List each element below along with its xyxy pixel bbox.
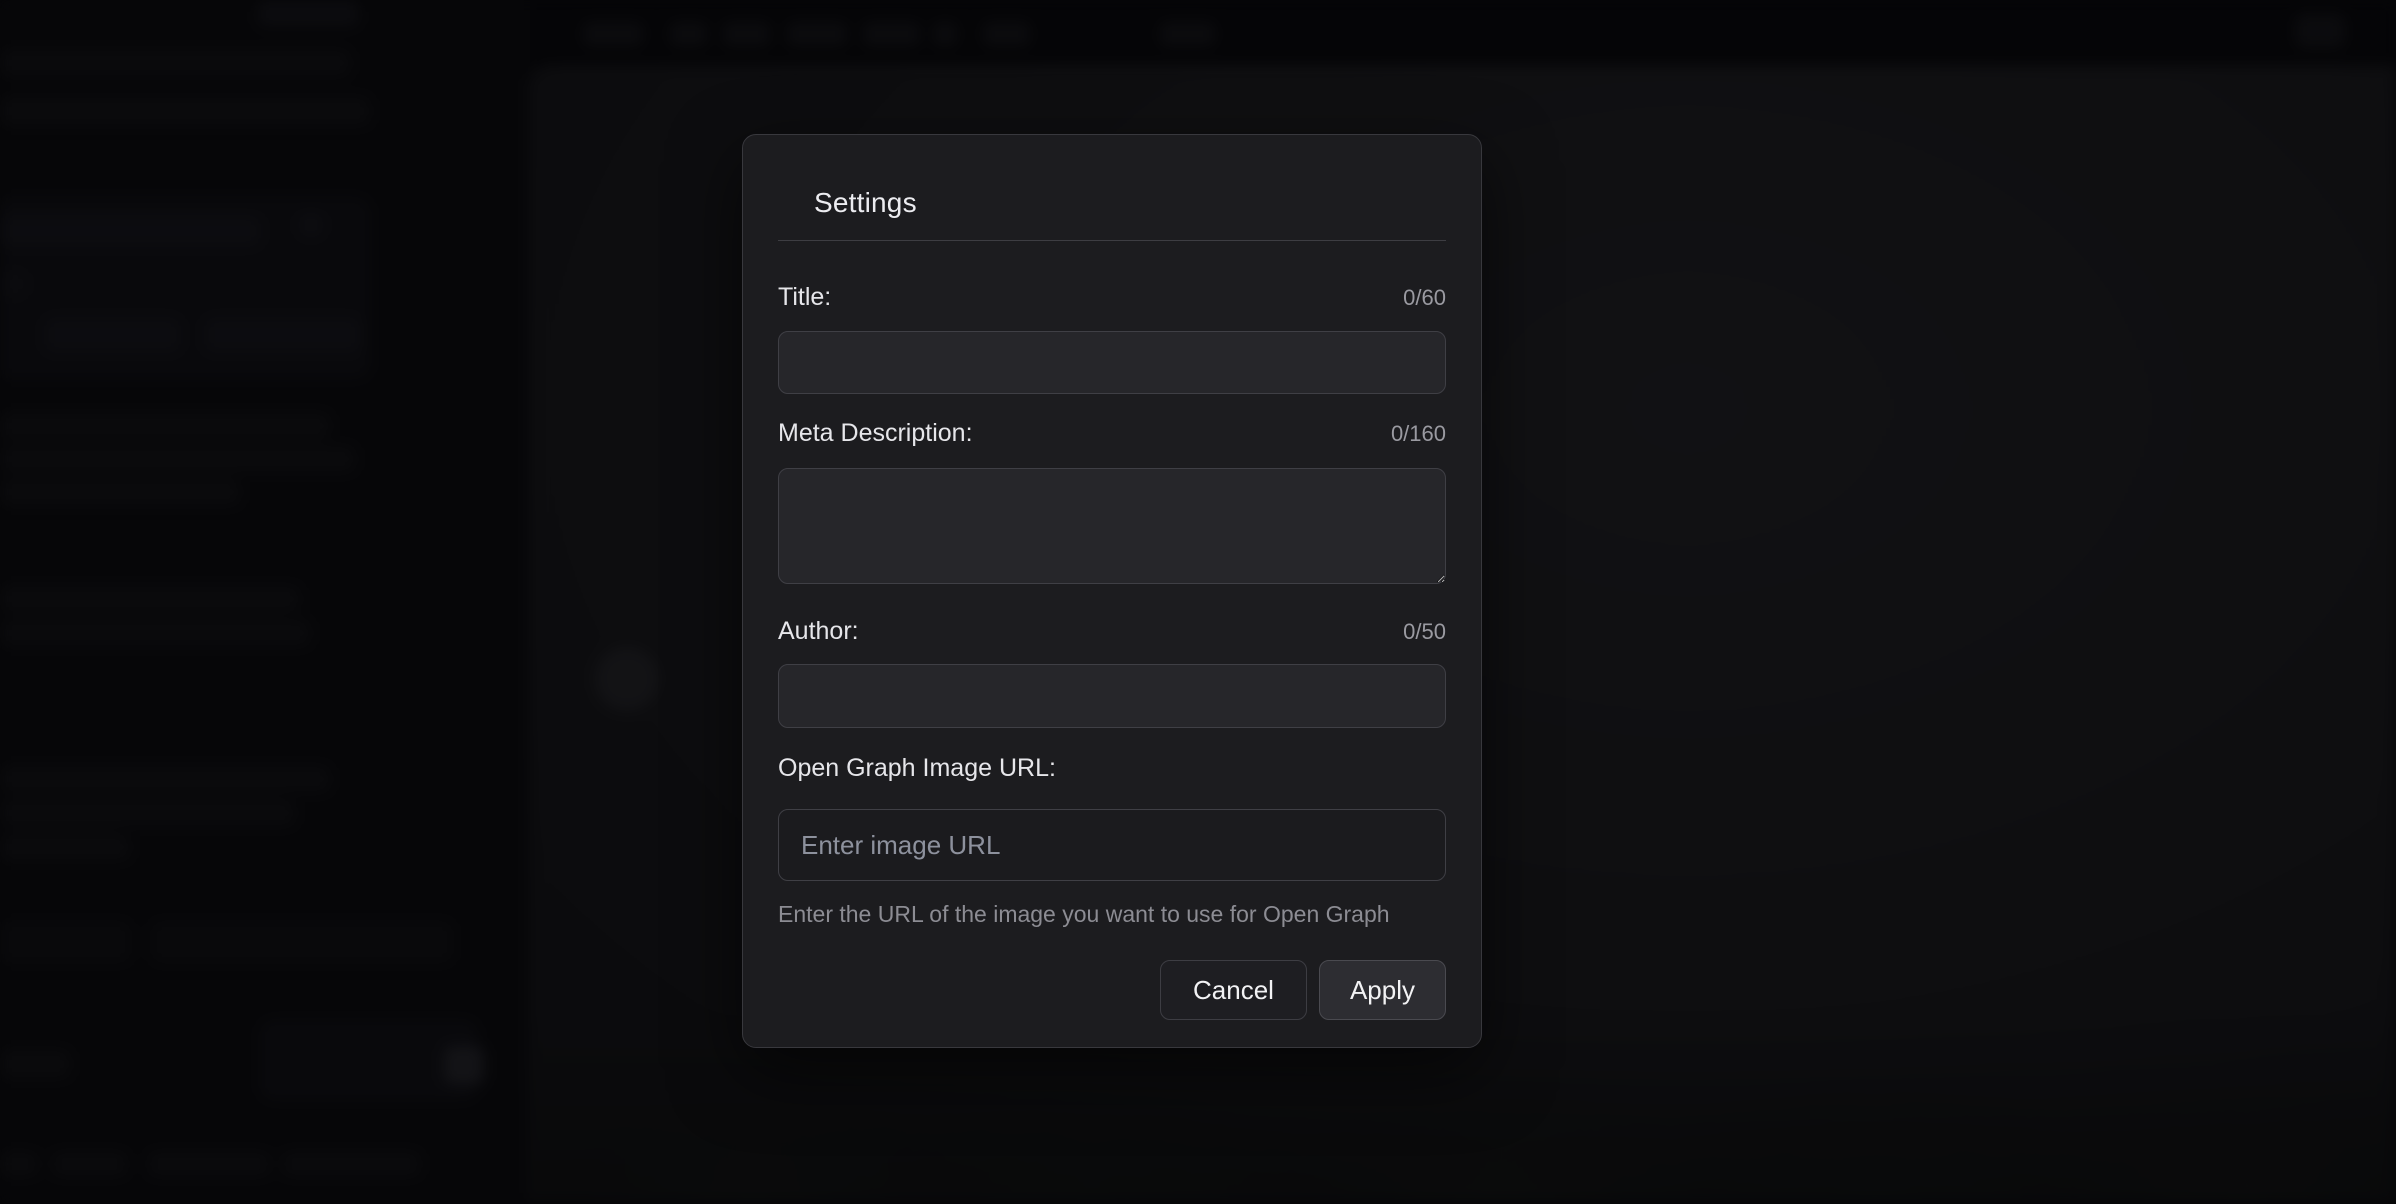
meta-description-textarea[interactable] <box>778 468 1446 584</box>
title-label: Title: <box>778 282 831 313</box>
app-window: Settings Title: 0/60 Meta Description: 0… <box>0 0 2396 1204</box>
settings-dialog: Settings Title: 0/60 Meta Description: 0… <box>742 134 1482 1048</box>
title-input[interactable] <box>778 331 1446 394</box>
dialog-title: Settings <box>743 135 1481 221</box>
cancel-button[interactable]: Cancel <box>1160 960 1307 1020</box>
dialog-actions: Cancel Apply <box>778 960 1446 1020</box>
apply-button[interactable]: Apply <box>1319 960 1446 1020</box>
og-image-url-label: Open Graph Image URL: <box>778 753 1056 784</box>
title-char-counter: 0/60 <box>1403 285 1446 311</box>
meta-description-char-counter: 0/160 <box>1391 421 1446 447</box>
og-image-url-input[interactable] <box>778 809 1446 881</box>
author-input[interactable] <box>778 664 1446 728</box>
meta-description-label: Meta Description: <box>778 418 973 449</box>
dialog-body: Title: 0/60 Meta Description: 0/160 Auth… <box>743 282 1481 1020</box>
author-char-counter: 0/50 <box>1403 619 1446 645</box>
og-helper-text: Enter the URL of the image you want to u… <box>778 901 1446 927</box>
header-divider <box>778 240 1446 241</box>
author-label: Author: <box>778 616 859 647</box>
